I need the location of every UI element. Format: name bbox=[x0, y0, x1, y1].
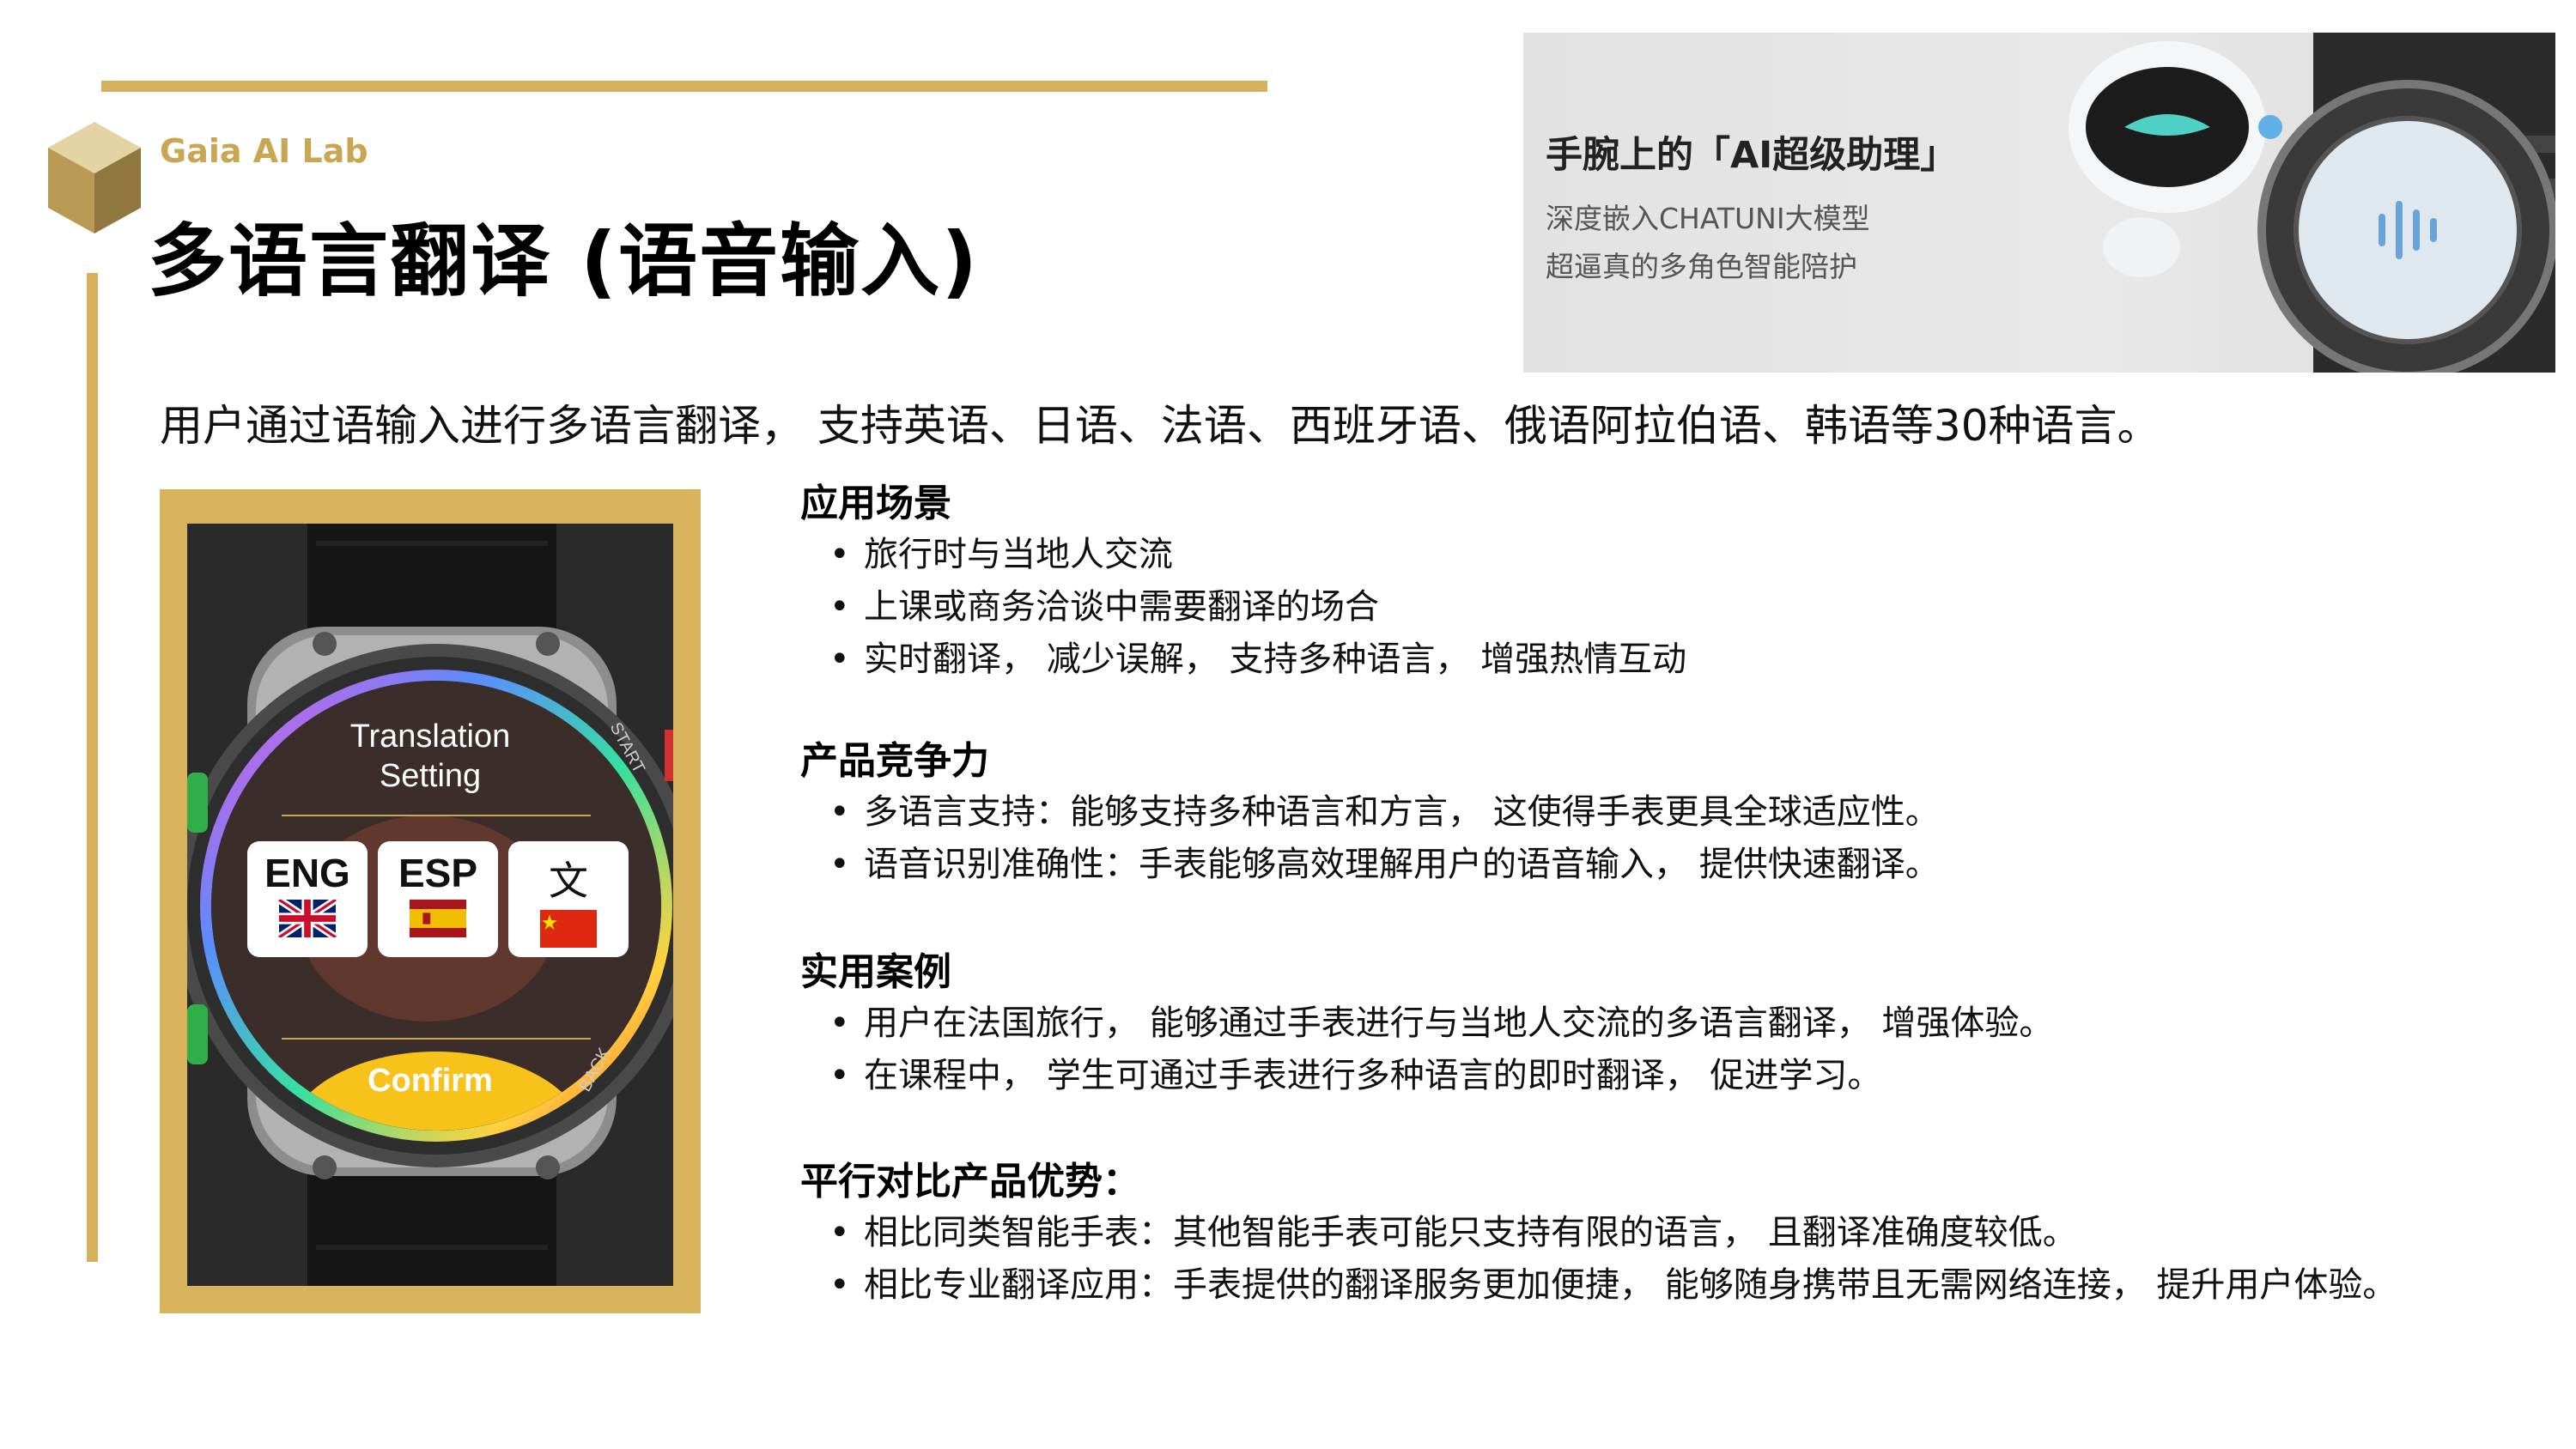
brand-name: Gaia AI Lab bbox=[160, 132, 368, 170]
watch-heading-line1: Translation bbox=[349, 718, 511, 755]
language-code: ENG bbox=[264, 851, 350, 895]
list-item: 相比同类智能手表：其他智能手表可能只支持有限的语言， 且翻译准确度较低。 bbox=[800, 1207, 2397, 1259]
language-tile-zh[interactable]: 文 bbox=[508, 841, 629, 957]
header-accent-bar bbox=[101, 81, 1267, 92]
intro-text: 用户通过语输入进行多语言翻译， 支持英语、日语、法语、西班牙语、俄语阿拉伯语、韩… bbox=[160, 401, 2160, 451]
confirm-button[interactable]: Confirm bbox=[187, 1063, 673, 1100]
list-item: 多语言支持：能够支持多种语言和方言， 这使得手表更具全球适应性。 bbox=[800, 786, 1940, 839]
list-item: 相比专业翻译应用：手表提供的翻译服务更加便捷， 能够随身携带且无需网络连接， 提… bbox=[800, 1259, 2397, 1312]
ad-banner: 手腕上的「AI超级助理」 深度嵌入CHATUNI大模型 超逼真的多角色智能陪护 bbox=[1523, 33, 2555, 373]
spain-flag-icon bbox=[410, 900, 466, 937]
watch-image-frame: Translation Setting START BACK ENG ESP 文… bbox=[160, 489, 701, 1313]
section-competitiveness: 产品竞争力 多语言支持：能够支持多种语言和方言， 这使得手表更具全球适应性。 语… bbox=[800, 737, 1940, 891]
sidebar-accent-line bbox=[87, 273, 98, 1262]
china-flag-icon bbox=[540, 910, 597, 948]
robot-and-watch-illustration bbox=[2069, 33, 2555, 373]
language-tile-esp[interactable]: ESP bbox=[378, 841, 498, 957]
ad-title: 手腕上的「AI超级助理」 bbox=[1546, 134, 1958, 177]
list-item: 旅行时与当地人交流 bbox=[800, 529, 1686, 581]
list-item: 实时翻译， 减少误解， 支持多种语言， 增强热情互动 bbox=[800, 634, 1686, 686]
uk-flag-icon bbox=[276, 896, 338, 941]
language-tile-eng[interactable]: ENG bbox=[247, 841, 368, 957]
section-title: 应用场景 bbox=[800, 482, 951, 525]
bullet-list: 用户在法国旅行， 能够通过手表进行与当地人交流的多语言翻译， 增强体验。 在课程… bbox=[800, 997, 2053, 1102]
section-use-cases: 实用案例 用户在法国旅行， 能够通过手表进行与当地人交流的多语言翻译， 增强体验… bbox=[800, 948, 2053, 1102]
gaia-cube-logo-icon bbox=[48, 122, 141, 233]
watch-screenshot: Translation Setting START BACK ENG ESP 文… bbox=[187, 524, 673, 1286]
page-title: 多语言翻译 (语音输入) bbox=[148, 215, 980, 307]
language-code: 文 bbox=[549, 858, 588, 904]
section-title: 产品竞争力 bbox=[800, 739, 989, 783]
watch-heading: Translation Setting bbox=[187, 717, 673, 796]
list-item: 语音识别准确性：手表能够高效理解用户的语音输入， 提供快速翻译。 bbox=[800, 839, 1940, 891]
bullet-list: 相比同类智能手表：其他智能手表可能只支持有限的语言， 且翻译准确度较低。 相比专… bbox=[800, 1207, 2397, 1312]
list-item: 用户在法国旅行， 能够通过手表进行与当地人交流的多语言翻译， 增强体验。 bbox=[800, 997, 2053, 1050]
bullet-list: 多语言支持：能够支持多种语言和方言， 这使得手表更具全球适应性。 语音识别准确性… bbox=[800, 786, 1940, 891]
bullet-list: 旅行时与当地人交流 上课或商务洽谈中需要翻译的场合 实时翻译， 减少误解， 支持… bbox=[800, 529, 1686, 686]
section-advantages: 平行对比产品优势： 相比同类智能手表：其他智能手表可能只支持有限的语言， 且翻译… bbox=[800, 1157, 2397, 1312]
section-scenarios: 应用场景 旅行时与当地人交流 上课或商务洽谈中需要翻译的场合 实时翻译， 减少误… bbox=[800, 479, 1686, 686]
ad-subtitle-1: 深度嵌入CHATUNI大模型 bbox=[1546, 202, 1870, 235]
ad-subtitle-2: 超逼真的多角色智能陪护 bbox=[1546, 250, 1857, 283]
watch-heading-line2: Setting bbox=[379, 758, 482, 794]
language-code: ESP bbox=[398, 851, 478, 895]
section-title: 平行对比产品优势： bbox=[800, 1160, 1140, 1203]
list-item: 在课程中， 学生可通过手表进行多种语言的即时翻译， 促进学习。 bbox=[800, 1050, 2053, 1102]
section-title: 实用案例 bbox=[800, 950, 951, 994]
list-item: 上课或商务洽谈中需要翻译的场合 bbox=[800, 581, 1686, 634]
